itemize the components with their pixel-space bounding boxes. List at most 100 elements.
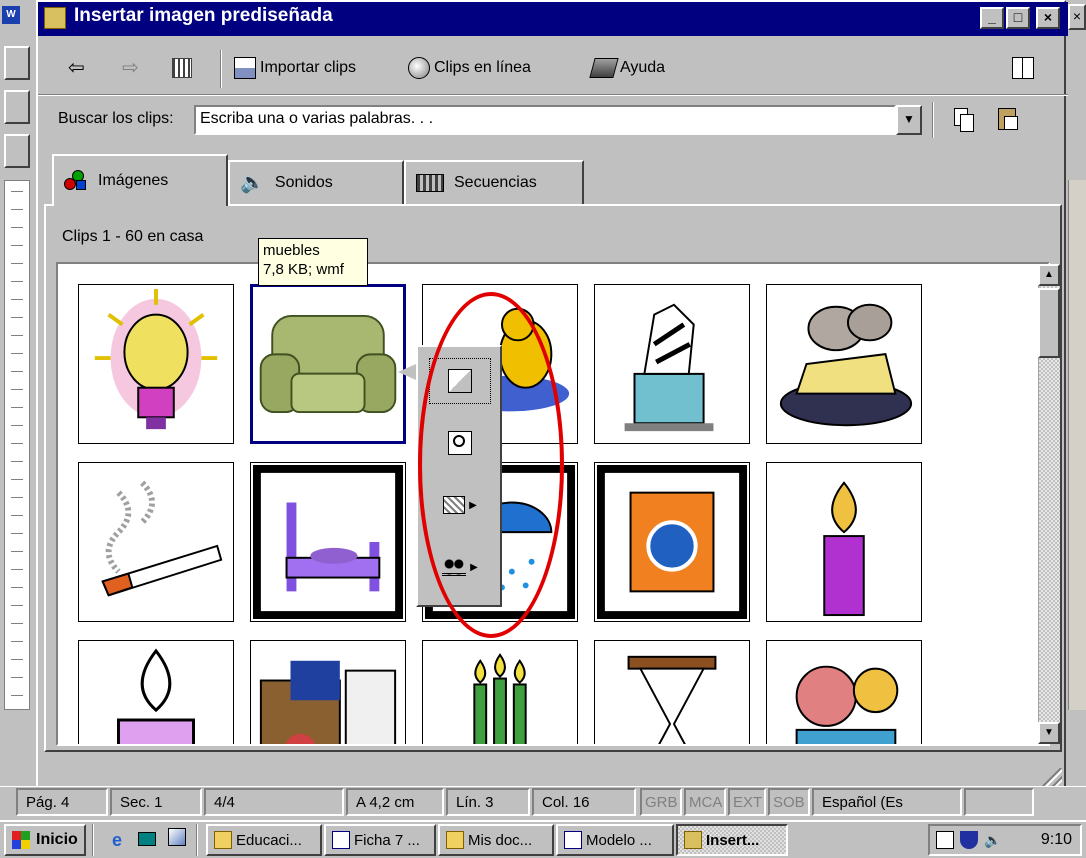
word-doc-icon [564,831,582,849]
system-tray: 🔈 9:10 [928,824,1082,856]
dialog-titlebar[interactable]: Insertar imagen prediseñada _ □ × [38,2,1068,36]
status-column: Col. 16 [532,788,636,816]
channels-icon[interactable] [164,826,190,854]
status-position: A 4,2 cm [346,788,444,816]
word-toolbar-stub [4,134,30,168]
cluttered-room-clip[interactable] [250,640,406,744]
mice-cheese-clip[interactable] [766,284,922,444]
copy-button[interactable] [954,106,976,132]
taskbar-separator [92,824,94,856]
small-window-icon [172,58,192,78]
word-close-icon[interactable]: × [1068,4,1086,30]
folder-icon [214,831,232,849]
status-ext[interactable]: EXT [728,788,766,816]
tab-pictures[interactable]: Imágenes [52,154,228,206]
scroll-thumb[interactable] [1038,288,1060,358]
back-arrow-icon: ⇦ [68,57,85,79]
taskbar-task-insert[interactable]: Insert... [676,824,788,856]
insert-clip-button[interactable] [429,358,491,404]
windows-logo-icon [12,831,30,849]
forward-button[interactable]: ⇨ [122,52,139,84]
help-button[interactable]: Ayuda [589,52,666,84]
preview-clip-button[interactable] [430,421,490,465]
taskbar-task-mis-doc[interactable]: Mis doc... [438,824,554,856]
tab-motion-clips-label: Secuencias [454,174,537,191]
status-pages: 4/4 [204,788,344,816]
antivirus-shield-icon[interactable] [960,831,978,849]
submenu-arrow-icon: ▶ [469,499,477,511]
washing-machine-clip[interactable] [594,462,750,622]
light-bulb-clip[interactable] [78,284,234,444]
internet-explorer-icon[interactable]: e [104,826,130,854]
clips-online-button[interactable]: Clips en línea [408,52,531,84]
maximize-button[interactable]: □ [1006,7,1030,29]
view-button[interactable] [172,52,192,84]
hourglass-clip[interactable] [594,640,750,744]
status-sob[interactable]: SOB [768,788,810,816]
taskbar-task-educaci[interactable]: Educaci... [206,824,322,856]
status-mca[interactable]: MCA [684,788,726,816]
word-toolbar-stub [4,46,30,80]
help-label: Ayuda [620,59,666,76]
status-rec[interactable]: GRB [640,788,682,816]
clip-gallery-dialog: Insertar imagen prediseñada _ □ × ⇦ ⇨ Im… [36,0,1068,790]
task-label: Mis doc... [468,831,533,849]
word-toolbar-stub [4,90,30,124]
spelling-status-icon[interactable] [964,788,1034,816]
clipart-gallery-icon [44,7,66,29]
tooltip-clip-name: muebles [263,242,320,259]
chevron-down-icon: ▼ [903,112,915,126]
scroll-down-button[interactable]: ▼ [1038,722,1060,744]
toolbar-divider [38,94,1068,96]
change-window-size-button[interactable] [1012,52,1034,84]
close-button[interactable]: × [1036,7,1060,29]
clips-count-label: Clips 1 - 60 en casa [62,228,204,245]
paste-button[interactable] [998,106,1022,132]
alarm-clock-clip[interactable] [766,640,922,744]
submenu-arrow-icon: ▶ [470,561,478,573]
taskbar-task-modelo[interactable]: Modelo ... [556,824,674,856]
word-icon[interactable]: W [2,6,20,24]
scheduler-icon[interactable] [936,831,954,849]
toolbar-separator [220,50,222,88]
purple-candle-clip[interactable] [78,640,234,744]
volume-icon[interactable]: 🔈 [984,831,1002,849]
start-button[interactable]: Inicio [4,824,86,856]
candle-clip[interactable] [766,462,922,622]
tab-sounds[interactable]: 🔈 Sonidos [228,160,404,204]
chevron-up-icon: ▲ [1044,269,1054,280]
minimize-button[interactable]: _ [980,7,1004,29]
word-vertical-scrollbar[interactable] [1068,180,1086,710]
armchair-clip[interactable] [250,284,406,444]
context-menu-pointer [398,364,416,380]
desktop-icon[interactable] [134,826,160,854]
forward-arrow-icon: ⇨ [122,57,139,79]
search-dropdown-button[interactable]: ▼ [896,105,922,135]
find-similar-button[interactable]: ▶ [430,545,490,589]
cigarette-clip[interactable] [78,462,234,622]
my-documents-icon [446,831,464,849]
import-clips-button[interactable]: Importar clips [234,52,356,84]
help-book-icon [589,58,619,78]
trash-can-clip[interactable] [594,284,750,444]
task-label: Educaci... [236,831,302,849]
clips-online-label: Clips en línea [434,59,531,76]
scroll-up-button[interactable]: ▲ [1038,264,1060,286]
chevron-down-icon: ▼ [1044,727,1054,738]
bed-clip[interactable] [250,462,406,622]
back-button[interactable]: ⇦ [68,52,85,84]
clock[interactable]: 9:10 [1041,831,1080,849]
status-language[interactable]: Español (Es [812,788,962,816]
taskbar-task-ficha[interactable]: Ficha 7 ... [324,824,436,856]
task-label: Modelo ... [586,831,652,849]
insert-clip-icon [448,369,472,393]
word-doc-icon [332,831,350,849]
search-input[interactable]: Escriba una o varias palabras. . . [194,105,896,135]
preview-clip-icon [448,431,472,455]
green-candles-clip[interactable] [422,640,578,744]
tab-motion-clips[interactable]: Secuencias [404,160,584,204]
import-clips-label: Importar clips [260,59,357,76]
add-to-category-button[interactable]: ▶ [430,483,490,527]
status-page: Pág. 4 [16,788,108,816]
toolbar-separator [932,102,934,138]
